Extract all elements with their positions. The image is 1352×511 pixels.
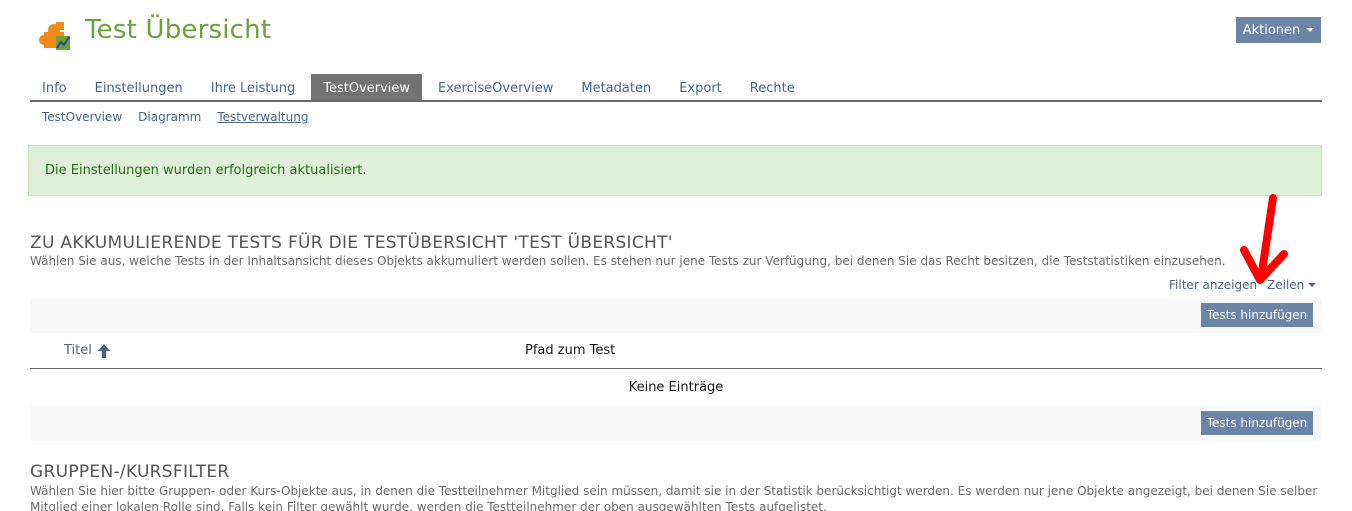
chevron-down-icon xyxy=(1308,283,1317,287)
subtab-testoverview[interactable]: TestOverview xyxy=(42,110,122,124)
add-tests-button-top[interactable]: Tests hinzufügen xyxy=(1201,303,1313,327)
tab-ihre-leistung[interactable]: Ihre Leistung xyxy=(199,74,308,100)
tests-table: Tests hinzufügen Titel Pfad zum Test Kei… xyxy=(30,298,1322,441)
sort-ascending-arrow-icon xyxy=(97,343,110,358)
tab-info[interactable]: Info xyxy=(30,74,79,100)
success-alert: Die Einstellungen wurden erfolgreich akt… xyxy=(28,145,1322,196)
section-title-tests: ZU AKKUMULIERENDE TESTS FÜR DIE TESTÜBER… xyxy=(30,233,673,253)
actions-dropdown-button[interactable]: Aktionen xyxy=(1236,17,1321,43)
tab-testoverview[interactable]: TestOverview xyxy=(311,74,423,100)
subtab-testverwaltung[interactable]: Testverwaltung xyxy=(217,110,308,124)
subtab-diagramm[interactable]: Diagramm xyxy=(138,110,201,124)
chevron-down-icon xyxy=(1306,28,1315,32)
tab-einstellungen[interactable]: Einstellungen xyxy=(83,74,195,100)
table-empty-row: Keine Einträge xyxy=(30,370,1322,405)
section-description-tests: Wählen Sie aus, welche Tests in der Inha… xyxy=(30,254,1226,268)
actions-label: Aktionen xyxy=(1242,22,1301,38)
tab-metadaten[interactable]: Metadaten xyxy=(569,74,663,100)
section-description-group-filter: Wählen Sie hier bitte Gruppen- oder Kurs… xyxy=(30,484,1318,511)
tab-export[interactable]: Export xyxy=(667,74,734,100)
add-tests-button-bottom[interactable]: Tests hinzufügen xyxy=(1201,411,1313,435)
puzzle-logo-icon xyxy=(39,22,70,50)
main-tabs: Info Einstellungen Ihre Leistung TestOve… xyxy=(30,74,1322,102)
success-message: Die Einstellungen wurden erfolgreich akt… xyxy=(45,163,367,178)
header: Test Übersicht Aktionen xyxy=(0,0,1352,70)
tab-rechte[interactable]: Rechte xyxy=(738,74,807,100)
tab-exerciseoverview[interactable]: ExerciseOverview xyxy=(426,74,565,100)
column-header-title[interactable]: Titel xyxy=(64,343,110,358)
page-title: Test Übersicht xyxy=(85,15,272,45)
red-annotation-arrow-icon xyxy=(1240,194,1288,284)
table-header: Titel Pfad zum Test xyxy=(30,333,1322,369)
column-header-path: Pfad zum Test xyxy=(525,343,616,358)
sub-tabs: TestOverview Diagramm Testverwaltung xyxy=(42,110,308,124)
section-title-group-filter: GRUPPEN-/KURSFILTER xyxy=(30,462,230,482)
column-title-label: Titel xyxy=(64,343,92,358)
